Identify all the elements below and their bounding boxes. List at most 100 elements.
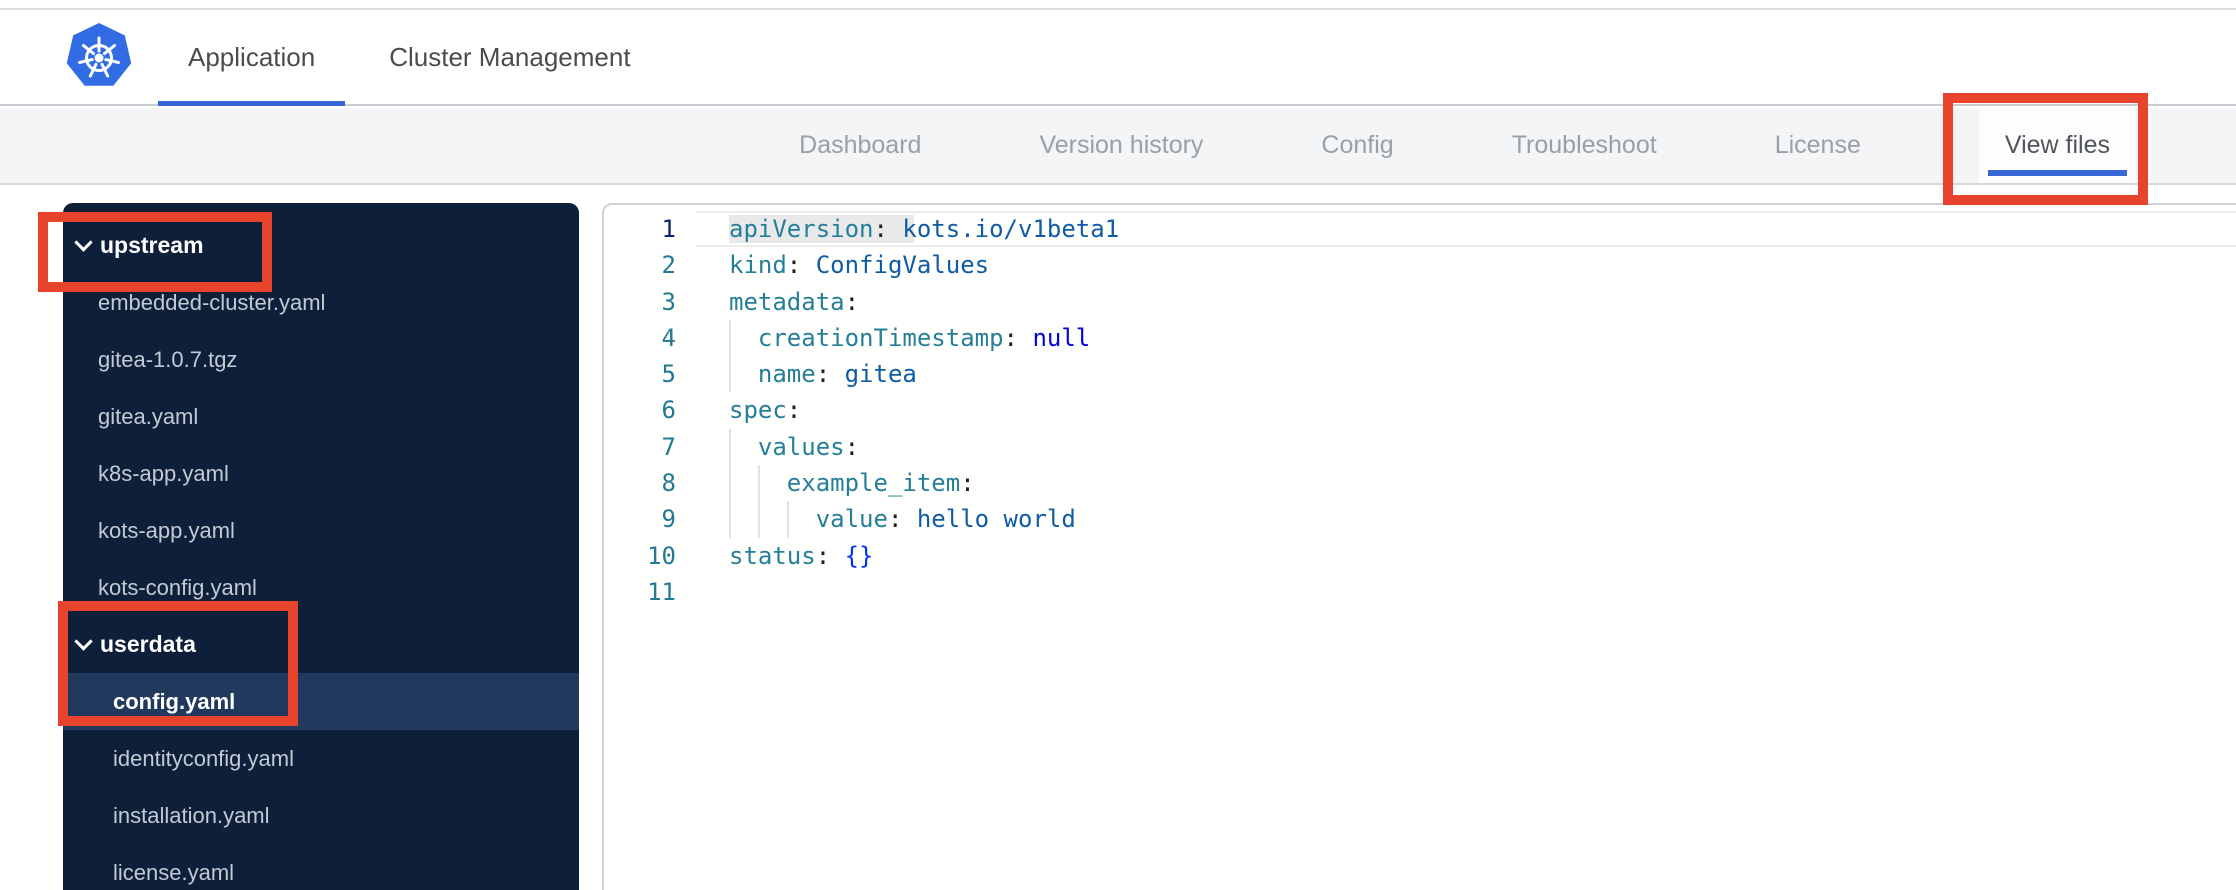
tab-version-history[interactable]: Version history <box>1039 108 1203 183</box>
file-label: gitea.yaml <box>98 403 199 429</box>
code-line-2: 2 kind: ConfigValues <box>604 247 2236 283</box>
line-number: 6 <box>661 396 676 425</box>
tree-item-kots-app.yaml[interactable]: kots-app.yaml <box>63 502 579 559</box>
line-content: values: <box>729 429 859 465</box>
app-header: Application Cluster Management <box>0 10 2236 106</box>
tree-item-config.yaml[interactable]: config.yaml <box>63 673 579 730</box>
tree-item-k8s-app.yaml[interactable]: k8s-app.yaml <box>63 445 579 502</box>
line-content: value: hello world <box>729 501 1076 537</box>
token-colon: : <box>844 432 860 461</box>
line-number: 8 <box>661 469 676 498</box>
tree-item-upstream[interactable]: upstream <box>63 217 579 274</box>
code-line-1: 1 apiVersion: kots.io/v1beta1 <box>604 211 2236 248</box>
token-val: kots.io/v1beta1 <box>902 215 1120 243</box>
token-colon: : <box>844 287 860 316</box>
header-tab-cluster-management[interactable]: Cluster Management <box>359 10 660 104</box>
line-number: 4 <box>661 323 676 352</box>
header-tab-application[interactable]: Application <box>158 10 346 106</box>
line-number: 11 <box>647 577 676 606</box>
tree-item-kots-config.yaml[interactable]: kots-config.yaml <box>63 559 579 616</box>
occurrence-highlight: apiVersion: <box>729 215 915 243</box>
token-colon: : <box>887 505 917 534</box>
token-key: example_item <box>786 469 961 498</box>
token-key: spec <box>729 396 787 425</box>
tab-view-files[interactable]: View files <box>1978 108 2136 183</box>
file-label: embedded-cluster.yaml <box>98 289 326 315</box>
file-label: gitea-1.0.7.tgz <box>98 346 238 372</box>
folder-label: upstream <box>100 232 204 258</box>
token-key: creationTimestamp <box>757 323 1004 352</box>
app-subnav: Dashboard Version history Config Troublesho… <box>0 108 2236 185</box>
kubernetes-logo-icon <box>66 23 132 86</box>
file-label: k8s-app.yaml <box>98 460 229 486</box>
tab-dashboard[interactable]: Dashboard <box>799 108 921 183</box>
token-colon: : <box>873 215 903 243</box>
token-val: gitea <box>844 360 917 389</box>
token-val: ConfigValues <box>815 251 990 280</box>
code-line-7: 7 values: <box>604 428 2236 466</box>
file-label: identityconfig.yaml <box>113 745 294 771</box>
tree-item-userdata[interactable]: userdata <box>63 616 579 673</box>
token-colon: : <box>1003 323 1033 352</box>
code-line-9: 9 value: hello world <box>604 501 2236 538</box>
line-number: 3 <box>661 287 676 316</box>
tree-item-identityconfig.yaml[interactable]: identityconfig.yaml <box>63 730 579 787</box>
tree-item-license.yaml[interactable]: license.yaml <box>63 844 579 890</box>
code-line-4: 4 creationTimestamp: null <box>604 319 2236 357</box>
line-number: 1 <box>661 215 676 243</box>
token-key: apiVersion <box>729 215 874 243</box>
line-content: kind: ConfigValues <box>729 247 989 283</box>
tab-troubleshoot[interactable]: Troubleshoot <box>1512 108 1657 183</box>
header-tabs: Application Cluster Management <box>158 10 661 106</box>
token-null: null <box>1032 323 1091 352</box>
file-label: license.yaml <box>113 859 235 885</box>
token-key: name <box>757 360 816 389</box>
line-content: name: gitea <box>729 356 917 392</box>
line-number: 9 <box>661 505 676 534</box>
tree-item-gitea-1.0.7.tgz[interactable]: gitea-1.0.7.tgz <box>63 331 579 388</box>
token-colon: : <box>815 360 845 389</box>
token-val: hello world <box>916 505 1076 534</box>
line-number: 2 <box>661 251 676 280</box>
line-content: metadata: <box>729 284 859 320</box>
line-number: 10 <box>647 541 676 570</box>
token-key: metadata <box>729 287 845 316</box>
line-number: 7 <box>661 432 676 461</box>
line-content: spec: <box>729 392 801 428</box>
code-line-5: 5 name: gitea <box>604 356 2236 393</box>
chevron-down-icon <box>74 233 93 252</box>
code-line-11: 11 <box>604 574 2236 610</box>
tree-item-installation.yaml[interactable]: installation.yaml <box>63 787 579 844</box>
tree-item-gitea.yaml[interactable]: gitea.yaml <box>63 388 579 445</box>
line-content: example_item: <box>729 465 975 501</box>
file-label: config.yaml <box>113 688 236 714</box>
file-label: kots-config.yaml <box>98 574 257 600</box>
token-key: value <box>815 505 888 534</box>
token-key: values <box>757 432 845 461</box>
line-content: apiVersion: kots.io/v1beta1 <box>729 211 1119 247</box>
token-colon: : <box>815 541 845 570</box>
tab-config[interactable]: Config <box>1321 108 1393 183</box>
code-line-6: 6 spec: <box>604 392 2236 428</box>
token-key: status <box>729 541 816 570</box>
file-label: installation.yaml <box>113 802 270 828</box>
file-tree-sidebar[interactable]: upstream embedded-cluster.yaml gitea-1.0.7… <box>63 203 579 890</box>
token-brace: {} <box>844 541 874 570</box>
tree-item-embedded-cluster.yaml[interactable]: embedded-cluster.yaml <box>63 274 579 331</box>
line-content: creationTimestamp: null <box>729 320 1090 356</box>
yaml-code-editor[interactable]: 1 apiVersion: kots.io/v1beta1 2 kind: Confi… <box>602 203 2236 890</box>
token-key: kind <box>729 251 787 280</box>
token-colon: : <box>786 251 816 280</box>
tab-license[interactable]: License <box>1775 108 1861 183</box>
file-label: kots-app.yaml <box>98 517 235 543</box>
line-number: 5 <box>661 360 676 389</box>
code-line-8: 8 example_item: <box>604 465 2236 502</box>
token-colon: : <box>960 469 975 498</box>
folder-label: userdata <box>100 631 196 657</box>
code-line-10: 10 status: {} <box>604 538 2236 574</box>
